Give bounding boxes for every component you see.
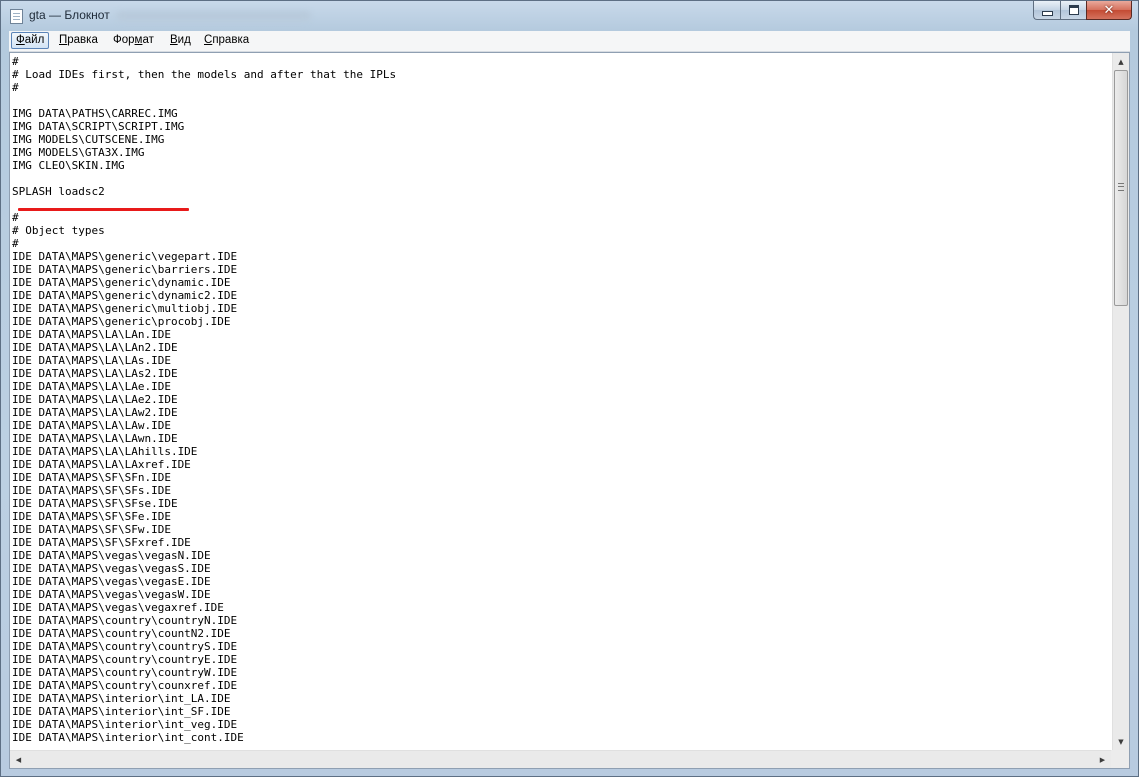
horizontal-scrollbar[interactable]: ◀ ▶	[10, 750, 1129, 768]
maximize-button[interactable]	[1060, 1, 1086, 20]
menu-view-label: ид	[177, 34, 191, 46]
window-title: gta — Блокнот	[29, 8, 110, 22]
highlight-underline	[18, 208, 189, 211]
arrow-left-icon: ◀	[15, 755, 22, 764]
editor-content[interactable]: # # Load IDEs first, then the models and…	[12, 55, 1112, 749]
minimize-icon	[1041, 10, 1053, 16]
menu-file-accel: Ф	[16, 34, 25, 46]
menu-format-label: ат	[142, 34, 154, 46]
notepad-icon[interactable]	[10, 9, 23, 24]
menu-file[interactable]: Файл	[11, 32, 50, 49]
grip-icon	[1118, 183, 1124, 191]
scroll-down-button[interactable]: ▼	[1113, 733, 1129, 750]
arrow-down-icon: ▼	[1118, 737, 1124, 746]
vertical-scroll-thumb[interactable]	[1114, 70, 1128, 306]
notepad-window: gta — Блокнот ✕ Файл Правка Формат Вид С…	[0, 0, 1139, 777]
scroll-up-button[interactable]: ▲	[1113, 53, 1129, 70]
vertical-scrollbar[interactable]: ▲ ▼	[1112, 53, 1129, 750]
close-button[interactable]: ✕	[1086, 1, 1132, 20]
menu-edit[interactable]: Правка	[55, 32, 102, 49]
blurred-title-region	[116, 11, 311, 21]
caption-buttons: ✕	[1033, 1, 1132, 20]
arrow-right-icon: ▶	[1099, 755, 1106, 764]
menu-format-label-pre: Фор	[113, 34, 135, 46]
arrow-up-icon: ▲	[1118, 57, 1124, 66]
minimize-button[interactable]	[1033, 1, 1060, 20]
scroll-left-button[interactable]: ◀	[10, 751, 27, 768]
maximize-icon	[1068, 5, 1079, 15]
menu-help[interactable]: Справка	[200, 32, 253, 49]
menu-edit-label: равка	[67, 34, 98, 46]
resize-grip[interactable]	[1111, 750, 1129, 768]
menu-view[interactable]: Вид	[166, 32, 195, 49]
title-bar[interactable]: gta — Блокнот ✕	[1, 1, 1138, 31]
menu-help-label: правка	[212, 34, 250, 46]
menu-format[interactable]: Формат	[109, 32, 158, 49]
scroll-right-button[interactable]: ▶	[1094, 751, 1111, 768]
text-editor[interactable]: # # Load IDEs first, then the models and…	[9, 52, 1130, 769]
menu-file-label: айл	[24, 34, 45, 46]
menu-view-accel: В	[170, 34, 178, 46]
menu-bar: Файл Правка Формат Вид Справка	[9, 31, 1130, 52]
close-icon: ✕	[1103, 2, 1115, 18]
